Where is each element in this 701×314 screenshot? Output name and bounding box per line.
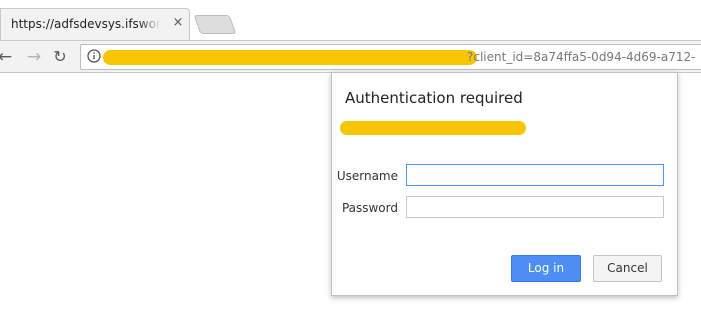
username-label: Username bbox=[336, 169, 398, 183]
password-field[interactable] bbox=[406, 196, 664, 218]
tab-strip: https://adfsdevsys.ifsworld.com × bbox=[0, 0, 701, 40]
address-bar[interactable]: ?client_id=8a74ffa5-0d94-4d69-a712- bbox=[80, 44, 701, 70]
new-tab-button[interactable] bbox=[193, 15, 237, 34]
tab-title: https://adfsdevsys.ifsworld.com bbox=[11, 17, 161, 31]
url-text: ?client_id=8a74ffa5-0d94-4d69-a712- bbox=[467, 50, 696, 64]
browser-toolbar: ← → ↻ ?client_id=8a74ffa5-0d94-4d69-a712… bbox=[0, 40, 701, 73]
info-icon[interactable] bbox=[87, 49, 101, 63]
reload-icon[interactable]: ↻ bbox=[50, 47, 70, 67]
login-button[interactable]: Log in bbox=[511, 255, 581, 282]
forward-arrow-icon[interactable]: → bbox=[24, 47, 44, 67]
cancel-button[interactable]: Cancel bbox=[593, 255, 662, 282]
url-redaction-mark bbox=[103, 50, 477, 65]
back-arrow-icon[interactable]: ← bbox=[0, 47, 15, 67]
dialog-title: Authentication required bbox=[345, 89, 523, 107]
password-label: Password bbox=[341, 201, 398, 215]
username-field[interactable] bbox=[406, 164, 664, 186]
origin-redaction-mark bbox=[340, 121, 526, 135]
browser-tab[interactable]: https://adfsdevsys.ifsworld.com × bbox=[0, 8, 190, 40]
auth-dialog: Authentication required Username Passwor… bbox=[331, 72, 678, 296]
close-icon[interactable]: × bbox=[171, 16, 185, 30]
